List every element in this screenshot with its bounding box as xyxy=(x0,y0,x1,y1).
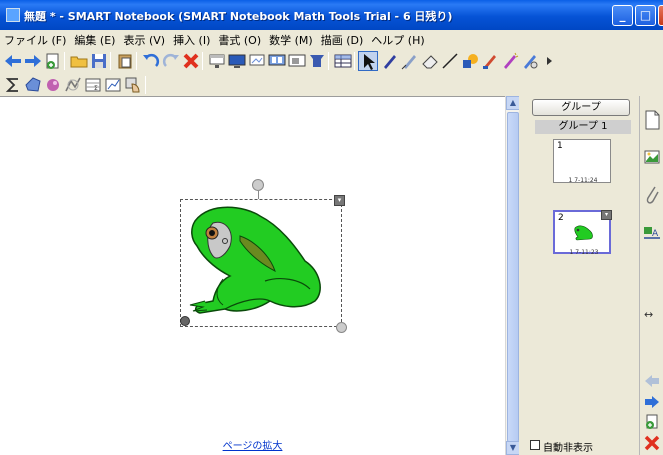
new-page-icon[interactable] xyxy=(43,51,63,71)
toolbar-separator xyxy=(354,52,355,70)
properties-tab-icon[interactable]: A xyxy=(641,216,663,252)
fill-icon[interactable] xyxy=(480,51,500,71)
transparent-bg-icon[interactable] xyxy=(247,51,267,71)
forward-arrow-icon[interactable] xyxy=(23,51,43,71)
menu-file[interactable]: ファイル (F) xyxy=(0,30,70,48)
scroll-up-button[interactable]: ▲ xyxy=(506,96,520,110)
table-icon[interactable] xyxy=(333,51,353,71)
app-icon xyxy=(6,8,20,22)
side-tab-bar: A ↔ xyxy=(639,96,663,455)
toolbar-separator xyxy=(64,52,65,70)
page-number: 1 xyxy=(557,141,563,151)
select-pointer-icon[interactable] xyxy=(358,51,378,71)
measure-icon[interactable]: Σ xyxy=(83,75,103,95)
undo-icon[interactable] xyxy=(141,51,161,71)
attachments-tab-icon[interactable] xyxy=(641,178,663,214)
page-menu-button[interactable]: ▾ xyxy=(601,210,612,220)
save-icon[interactable] xyxy=(89,51,109,71)
toolbar-separator xyxy=(136,52,137,70)
paste-icon[interactable] xyxy=(115,51,135,71)
whiteboard-canvas[interactable]: ▾ ページの拡大 xyxy=(0,96,505,455)
dual-page-icon[interactable] xyxy=(267,51,287,71)
menu-math[interactable]: 数学 (M) xyxy=(265,30,317,48)
math-toolbar: Σ xyxy=(0,73,663,97)
smart-notebook-window: 無題 * - SMART Notebook (SMART Notebook Ma… xyxy=(0,0,663,455)
scroll-down-button[interactable]: ▼ xyxy=(506,441,520,455)
menu-format[interactable]: 書式 (O) xyxy=(214,30,265,48)
menu-view[interactable]: 表示 (V) xyxy=(119,30,169,48)
main-toolbar xyxy=(0,49,663,73)
add-page-icon[interactable] xyxy=(643,414,661,430)
magic-pen-icon[interactable] xyxy=(500,51,520,71)
rotate-handle-line xyxy=(258,191,259,199)
page-sorter-panel: グループ グループ 1 1 1 7-11:24 2 ▾ 1 7-11:23 自動… xyxy=(519,96,639,455)
expand-panel-icon[interactable]: ↔ xyxy=(644,308,653,321)
chart-icon[interactable] xyxy=(103,75,123,95)
toolbar-separator xyxy=(145,76,146,94)
minimize-button[interactable]: _ xyxy=(612,5,633,26)
group-header: グループ 1 xyxy=(535,120,631,134)
open-folder-icon[interactable] xyxy=(69,51,89,71)
maximize-button[interactable]: □ xyxy=(635,5,656,26)
svg-text:Σ: Σ xyxy=(94,85,98,92)
pen-icon[interactable] xyxy=(380,51,400,71)
hand-tool-icon[interactable] xyxy=(123,75,143,95)
object-menu-button[interactable]: ▾ xyxy=(334,195,345,206)
toolbar-separator xyxy=(110,52,111,70)
capture-icon[interactable] xyxy=(287,51,307,71)
shapes-icon[interactable] xyxy=(460,51,480,71)
lock-icon[interactable] xyxy=(180,316,190,326)
menu-edit[interactable]: 編集 (E) xyxy=(70,30,119,48)
autohide-checkbox[interactable] xyxy=(530,440,540,450)
rotate-handle[interactable] xyxy=(252,179,264,191)
gallery-tab-icon[interactable] xyxy=(641,140,663,176)
screen-shade-icon[interactable] xyxy=(207,51,227,71)
back-arrow-icon[interactable] xyxy=(3,51,23,71)
delete-page-icon[interactable] xyxy=(643,435,661,451)
creative-pen-icon[interactable] xyxy=(400,51,420,71)
page-sorter-tab-icon[interactable] xyxy=(641,102,663,138)
eraser-icon[interactable] xyxy=(420,51,440,71)
delete-icon[interactable] xyxy=(181,51,201,71)
window-title: 無題 * - SMART Notebook (SMART Notebook Ma… xyxy=(24,10,453,23)
title-bar: 無題 * - SMART Notebook (SMART Notebook Ma… xyxy=(0,0,663,30)
frog-image[interactable] xyxy=(185,201,340,326)
graph-icon[interactable] xyxy=(63,75,83,95)
group-button[interactable]: グループ xyxy=(532,99,630,116)
page-timestamp: 1 7-11:24 xyxy=(568,177,598,184)
page-thumbnail-2[interactable]: 2 ▾ 1 7-11:23 xyxy=(553,210,612,256)
gallery-icon[interactable] xyxy=(43,75,63,95)
vertical-scrollbar[interactable]: ▲ ▼ xyxy=(505,96,520,455)
redo-icon[interactable] xyxy=(161,51,181,71)
page-zoom-link[interactable]: ページの拡大 xyxy=(0,437,505,452)
page-thumbnail-1[interactable]: 1 1 7-11:24 xyxy=(553,139,611,184)
menu-draw[interactable]: 描画 (D) xyxy=(317,30,368,48)
line-icon[interactable] xyxy=(440,51,460,71)
document-camera-icon[interactable] xyxy=(307,51,327,71)
page-timestamp: 1 7-11:23 xyxy=(569,249,599,256)
shape-tool-icon[interactable] xyxy=(23,75,43,95)
previous-page-icon[interactable] xyxy=(643,373,661,389)
menu-bar: ファイル (F) 編集 (E) 表示 (V) 挿入 (I) 書式 (O) 数学 (M) 描画… xyxy=(0,30,663,48)
toolbar-separator xyxy=(202,52,203,70)
more-tools-icon[interactable] xyxy=(540,51,560,71)
menu-help[interactable]: ヘルプ (H) xyxy=(367,30,428,48)
full-screen-icon[interactable] xyxy=(227,51,247,71)
resize-handle[interactable] xyxy=(336,322,347,333)
frog-thumbnail-image xyxy=(574,225,593,241)
properties-icon[interactable] xyxy=(520,51,540,71)
scroll-thumb[interactable] xyxy=(507,112,519,442)
autohide-label: 自動非表示 xyxy=(543,443,593,454)
toolbar-separator xyxy=(328,52,329,70)
close-button[interactable] xyxy=(658,5,663,26)
page-number: 2 xyxy=(558,213,564,223)
sigma-icon[interactable] xyxy=(3,75,23,95)
menu-insert[interactable]: 挿入 (I) xyxy=(169,30,214,48)
next-page-icon[interactable] xyxy=(643,394,661,410)
